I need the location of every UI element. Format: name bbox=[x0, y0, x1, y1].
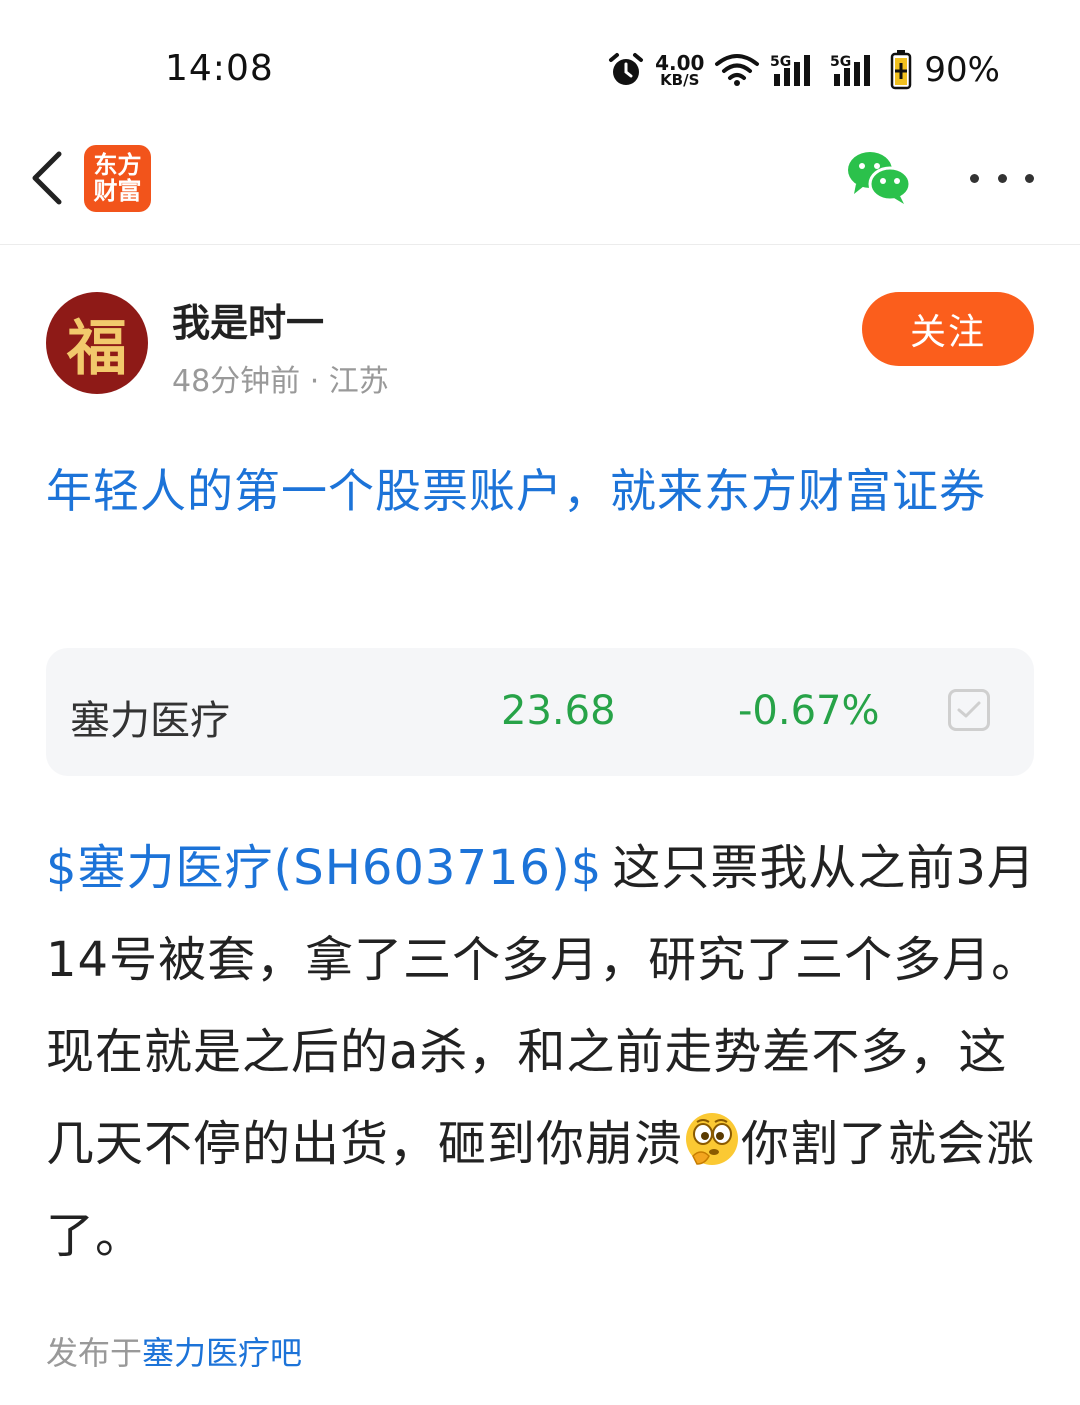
signal-5g-icon-2: 5G bbox=[830, 54, 871, 86]
stock-bar-link[interactable]: 塞力医疗吧 bbox=[142, 1334, 302, 1372]
stock-quote-card[interactable]: 塞力医疗 23.68 -0.67% bbox=[46, 648, 1034, 776]
more-dot-icon bbox=[997, 173, 1007, 183]
status-time: 14:08 bbox=[165, 48, 274, 89]
author-name[interactable]: 我是时一 bbox=[172, 292, 324, 347]
checkmark-icon bbox=[957, 701, 981, 718]
network-speed-unit: KB/S bbox=[660, 70, 700, 89]
stock-tag-link[interactable]: $塞力医疗(SH603716)$ bbox=[46, 840, 602, 896]
more-dot-icon bbox=[970, 173, 979, 183]
signal-label-1: 5G bbox=[770, 54, 791, 70]
signal-5g-icon-1: 5G bbox=[770, 54, 811, 86]
published-in: 发布于塞力医疗吧 bbox=[46, 1328, 302, 1374]
stock-name: 塞力医疗 bbox=[70, 698, 230, 744]
wifi-icon bbox=[715, 54, 760, 86]
chevron-left-icon bbox=[32, 151, 62, 205]
logo-text-line2: 财富 bbox=[93, 176, 142, 205]
wechat-icon bbox=[848, 152, 912, 204]
published-prefix: 发布于 bbox=[46, 1334, 143, 1372]
promo-title-link[interactable]: 年轻人的第一个股票账户，就来东方财富证券 bbox=[46, 452, 1036, 530]
alarm-icon bbox=[609, 53, 644, 85]
stock-price: 23.68 bbox=[501, 688, 616, 734]
network-speed-value: 4.00 bbox=[655, 50, 705, 75]
network-speed: 4.00 KB/S bbox=[655, 53, 704, 88]
post-body: $塞力医疗(SH603716)$ 这只票我从之前3月14号被套，拿了三个多月，研究… bbox=[46, 822, 1042, 1282]
status-icons: 4.00 KB/S 5G 5G 90% bbox=[607, 48, 1000, 92]
signal-label-2: 5G bbox=[830, 54, 851, 70]
wechat-share-button[interactable] bbox=[846, 150, 912, 206]
app-logo[interactable]: 东方 财富 bbox=[84, 145, 151, 212]
more-button[interactable] bbox=[970, 158, 1034, 198]
add-watchlist-checkbox[interactable] bbox=[948, 689, 990, 731]
post-meta: 48分钟前 · 江苏 bbox=[172, 364, 389, 399]
logo-text-line1: 东方 bbox=[93, 151, 142, 180]
thinking-face-emoji-icon bbox=[686, 1113, 739, 1165]
follow-button[interactable]: 关注 bbox=[862, 292, 1034, 366]
status-bar: 14:08 4.00 KB/S 5G 5G 90% bbox=[0, 0, 1080, 130]
back-button[interactable] bbox=[22, 146, 72, 210]
stock-change: -0.67% bbox=[738, 688, 880, 734]
battery-charging-icon bbox=[891, 50, 912, 90]
more-dot-icon bbox=[1025, 173, 1034, 183]
avatar[interactable]: 福 bbox=[46, 292, 148, 394]
avatar-char: 福 bbox=[67, 313, 127, 384]
nav-bar: 东方 财富 bbox=[0, 130, 1080, 245]
battery-percent: 90% bbox=[924, 50, 1000, 90]
